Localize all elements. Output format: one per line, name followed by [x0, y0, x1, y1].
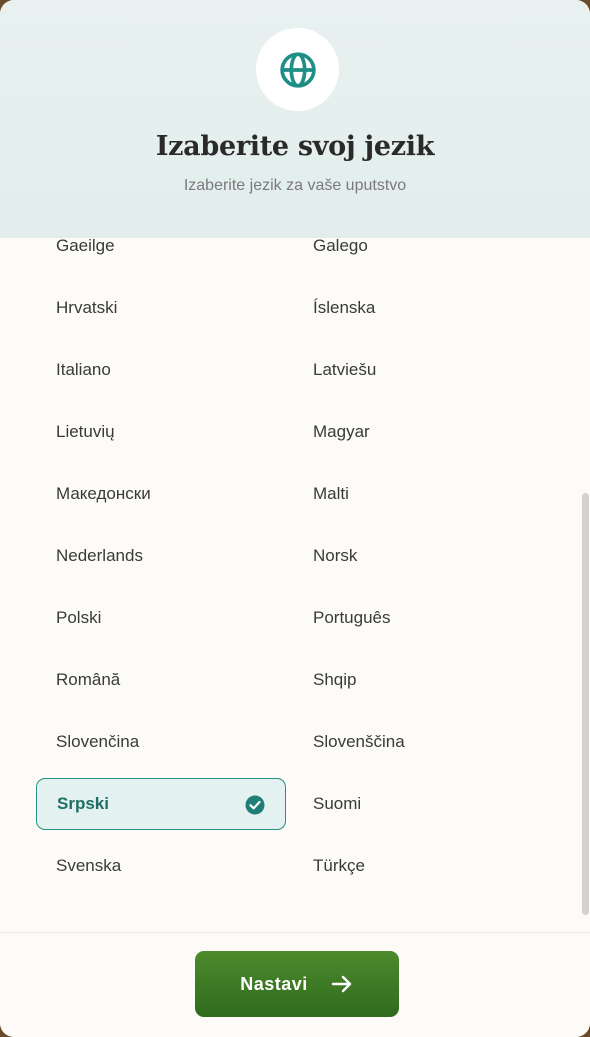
- language-option-label: Svenska: [56, 856, 122, 875]
- language-option[interactable]: Suomi: [293, 778, 543, 830]
- language-option[interactable]: Lietuvių: [36, 406, 286, 458]
- language-option-label: Galego: [313, 238, 368, 255]
- language-option[interactable]: Galego: [293, 238, 543, 272]
- modal-header: Izaberite svoj jezik Izaberite jezik za …: [0, 0, 590, 238]
- globe-badge: [256, 28, 339, 111]
- language-option-label: Polski: [56, 608, 102, 627]
- language-option-label: Italiano: [56, 360, 111, 379]
- language-option[interactable]: Latviešu: [293, 344, 543, 396]
- modal-footer: Nastavi: [0, 932, 590, 1037]
- language-option-label: Srpski: [57, 794, 109, 813]
- language-option[interactable]: Magyar: [293, 406, 543, 458]
- language-option[interactable]: Македонски: [36, 468, 286, 520]
- language-option[interactable]: Português: [293, 592, 543, 644]
- language-option-label: Português: [313, 608, 391, 627]
- language-modal: Izaberite svoj jezik Izaberite jezik za …: [0, 0, 590, 1037]
- language-option-label: Lietuvių: [56, 422, 115, 441]
- language-option[interactable]: Norsk: [293, 530, 543, 582]
- language-option-label: Magyar: [313, 422, 370, 441]
- continue-button-label: Nastavi: [240, 973, 308, 994]
- language-option[interactable]: Malti: [293, 468, 543, 520]
- language-option[interactable]: Hrvatski: [36, 282, 286, 334]
- language-option-label: Slovenščina: [313, 732, 405, 751]
- language-list[interactable]: Gaeilge Galego Hrvatski Íslenska Italiano Lat…: [0, 238, 590, 932]
- language-option-label: Nederlands: [56, 546, 143, 565]
- language-option-label: Hrvatski: [56, 298, 118, 317]
- language-option-label: Íslenska: [313, 298, 376, 317]
- language-option[interactable]: Italiano: [36, 344, 286, 396]
- page-title: Izaberite svoj jezik: [155, 131, 435, 162]
- continue-button[interactable]: Nastavi: [195, 951, 399, 1017]
- language-option-label: Malti: [313, 484, 349, 503]
- language-option[interactable]: Română: [36, 654, 286, 706]
- language-option[interactable]: Shqip: [293, 654, 543, 706]
- language-option-label: Norsk: [313, 546, 358, 565]
- scrollbar[interactable]: [580, 238, 590, 932]
- language-option[interactable]: Íslenska: [293, 282, 543, 334]
- language-option-label: Shqip: [313, 670, 357, 689]
- language-option-label: Македонски: [56, 484, 151, 503]
- language-option[interactable]: Nederlands: [36, 530, 286, 582]
- language-option-label: Suomi: [313, 794, 362, 813]
- page-subtitle: Izaberite jezik za vaše uputstvo: [183, 177, 407, 194]
- language-option[interactable]: Srpski: [36, 778, 286, 830]
- language-option[interactable]: Gaeilge: [36, 238, 286, 272]
- arrow-right-icon: [331, 975, 351, 993]
- language-option-label: Türkçe: [313, 856, 365, 875]
- language-option[interactable]: Slovenčina: [36, 716, 286, 768]
- language-option[interactable]: Slovenščina: [293, 716, 543, 768]
- check-circle-icon: [245, 795, 265, 815]
- language-option[interactable]: Svenska: [36, 840, 286, 892]
- language-option-label: Română: [56, 670, 121, 689]
- scrollbar-thumb[interactable]: [582, 493, 589, 915]
- language-option[interactable]: Polski: [36, 592, 286, 644]
- globe-icon: [279, 51, 316, 88]
- language-option-label: Latviešu: [313, 360, 377, 379]
- language-option-label: Slovenčina: [56, 732, 140, 751]
- language-option[interactable]: Türkçe: [293, 840, 543, 892]
- language-option-label: Gaeilge: [56, 238, 115, 255]
